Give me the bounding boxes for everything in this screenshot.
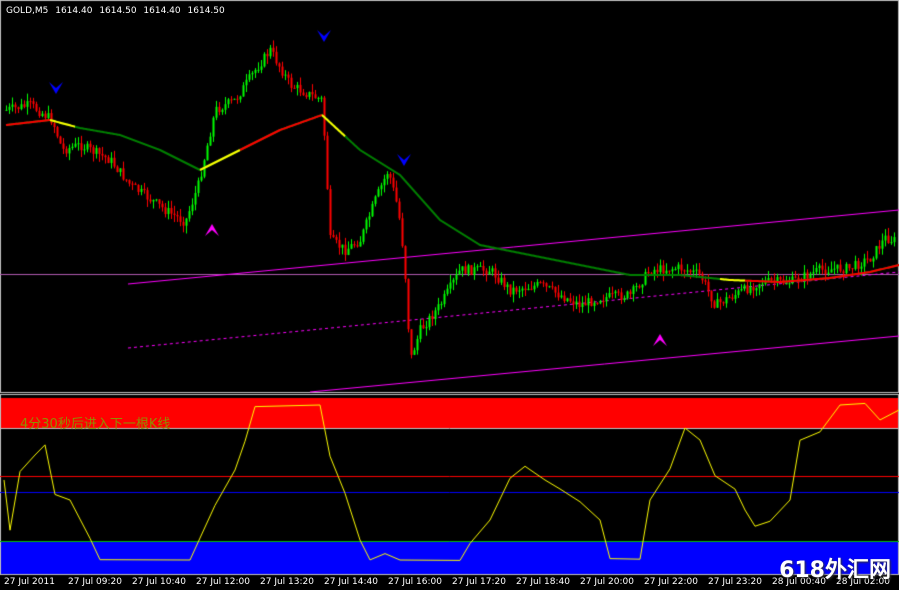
time-axis-label: 27 Jul 13:20 xyxy=(260,577,314,587)
time-axis-label: 27 Jul 17:20 xyxy=(452,577,506,587)
time-axis-label: 27 Jul 20:00 xyxy=(580,577,634,587)
time-axis: 27 Jul 2011 27 Jul 09:20 27 Jul 10:40 27 Ju… xyxy=(0,576,899,590)
symbol-header: GOLD,M5 1614.40 1614.50 1614.40 1614.50 xyxy=(6,6,229,16)
time-axis-label: 27 Jul 23:20 xyxy=(708,577,762,587)
high-price: 1614.50 xyxy=(99,6,137,16)
time-axis-label: 27 Jul 16:00 xyxy=(388,577,442,587)
open-price: 1614.40 xyxy=(55,6,93,16)
symbol-label: GOLD,M5 xyxy=(6,6,49,16)
time-axis-label: 27 Jul 2011 xyxy=(4,577,55,587)
time-axis-label: 27 Jul 14:40 xyxy=(324,577,378,587)
close-price: 1614.50 xyxy=(187,6,225,16)
price-chart-canvas[interactable] xyxy=(0,0,899,590)
time-axis-label: 27 Jul 22:00 xyxy=(644,577,698,587)
watermark-logo: 618外汇网 xyxy=(779,558,891,583)
time-axis-label: 27 Jul 09:20 xyxy=(68,577,122,587)
time-axis-label: 27 Jul 12:00 xyxy=(196,577,250,587)
low-price: 1614.40 xyxy=(143,6,181,16)
time-axis-label: 27 Jul 10:40 xyxy=(132,577,186,587)
time-axis-label: 27 Jul 18:40 xyxy=(516,577,570,587)
candle-countdown: 4分30秒后进入下一根K线 xyxy=(20,417,171,432)
